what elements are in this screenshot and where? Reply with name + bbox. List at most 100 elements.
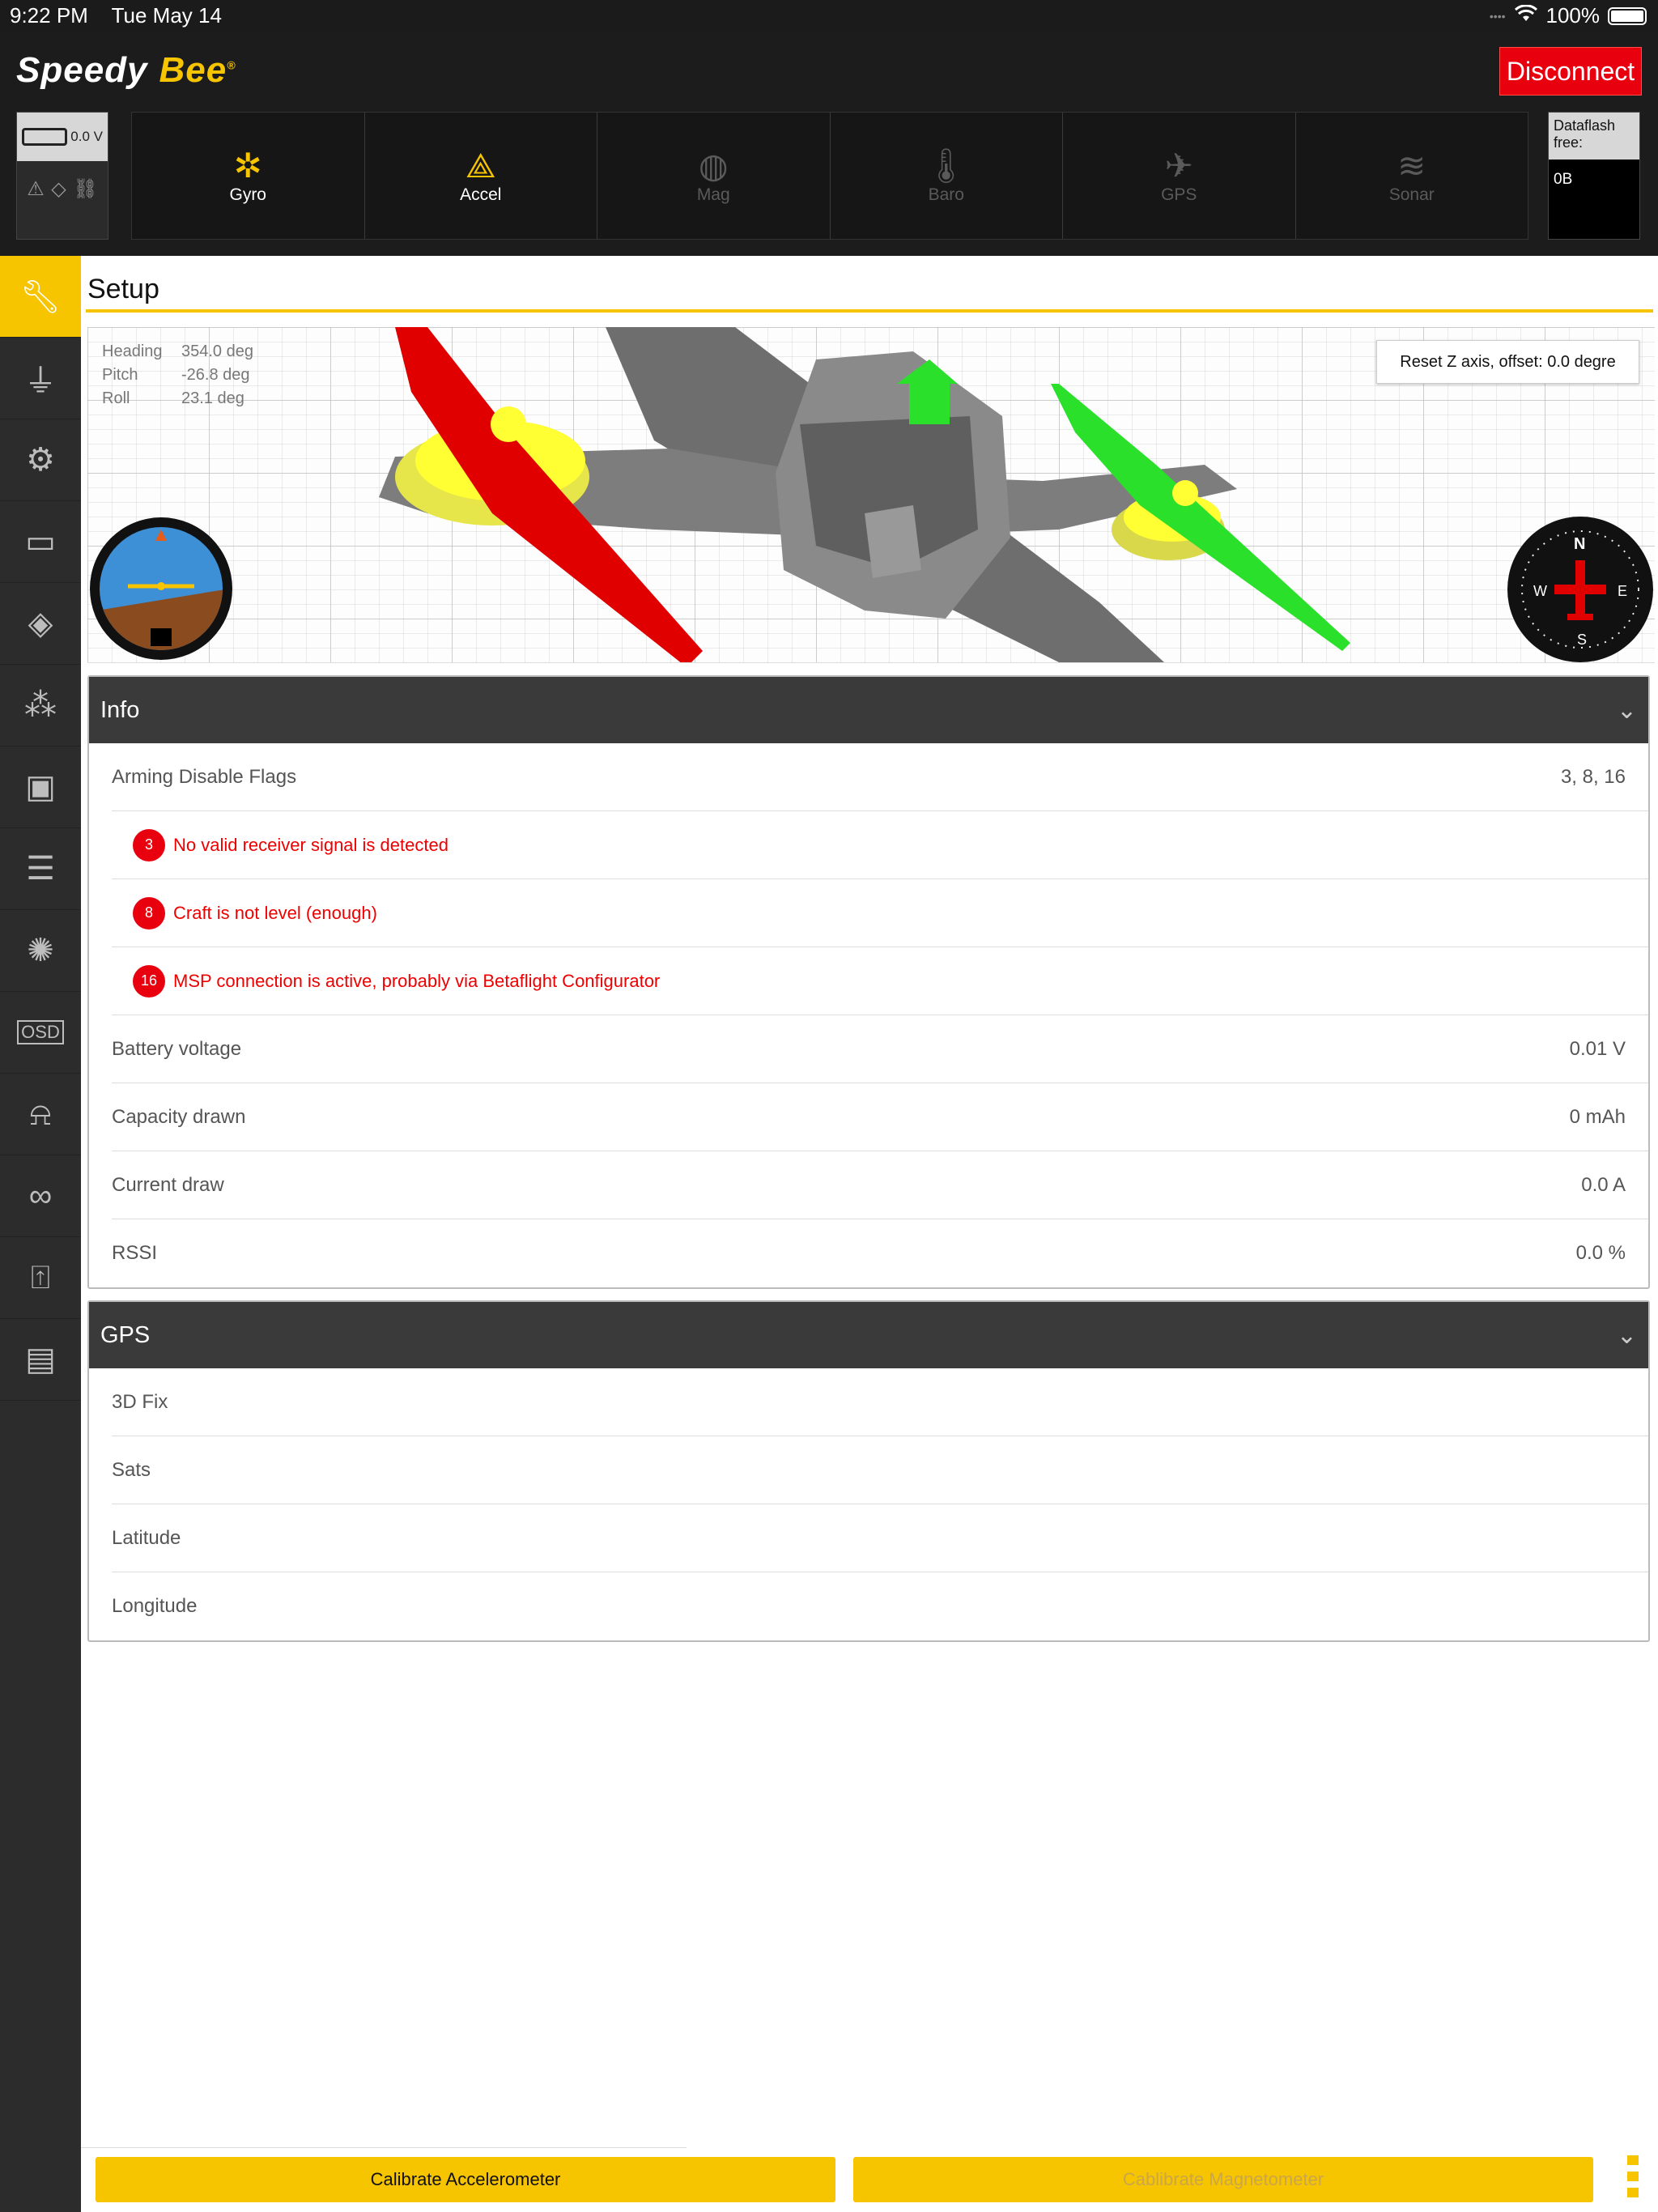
app-header: Speedy Bee® Disconnect 0.0 V ⚠ ◇ ⛓ ✲ Gyro…	[0, 32, 1658, 275]
chevron-down-icon[interactable]: ⌄	[1617, 696, 1637, 725]
sidebar-item-configuration[interactable]: ⚙	[0, 419, 81, 501]
system-status-bar: 9:22 PM Tue May 14 •••• 100%	[0, 0, 1658, 32]
info-panel-title: Info	[100, 696, 140, 723]
signal-dots-icon: ••••	[1489, 9, 1506, 23]
battery-status-box: 0.0 V ⚠ ◇ ⛓	[16, 112, 108, 240]
dataflash-status: Dataflash free: 0B	[1548, 112, 1640, 240]
sidebar-item-modes[interactable]: ☰	[0, 828, 81, 910]
sensor-sonar: ≋ Sonar	[1388, 147, 1435, 204]
sidebar-item-motors[interactable]: ✺	[0, 910, 81, 992]
title-underline	[86, 309, 1653, 313]
led-icon: ⍾	[29, 1095, 52, 1132]
sidebar-item-receiver[interactable]: ▣	[0, 747, 81, 828]
sonar-icon: ≋	[1397, 147, 1426, 185]
battery-icon	[1608, 6, 1647, 25]
divider	[81, 2147, 687, 2148]
sidebar-item-osd[interactable]: OSD	[0, 992, 81, 1074]
calibrate-accelerometer-button[interactable]: Calibrate Accelerometer	[96, 2157, 835, 2202]
arming-flags-row: Arming Disable Flags 3, 8, 16	[112, 743, 1648, 811]
dataflash-label: Dataflash free:	[1549, 113, 1639, 160]
gear-icon: ⚙	[26, 442, 55, 478]
gps-panel: GPS ⌄ 3D Fix Sats Latitude Longitude	[87, 1300, 1650, 1642]
mag-icon: ◍	[698, 147, 729, 185]
gps-row-longitude: Longitude	[112, 1595, 198, 1617]
model-viewer[interactable]: Heading 354.0 deg Pitch -26.8 deg Roll 23.1…	[87, 327, 1655, 663]
sensor-gps: ✈︎ GPS	[1063, 113, 1296, 239]
gps-panel-header[interactable]: GPS ⌄	[89, 1302, 1648, 1368]
main-content: Setup Heading 354.0 deg Pitch -26.8 deg …	[81, 256, 1658, 2212]
info-row-current-draw: Current draw 0.0 A	[112, 1151, 1648, 1219]
sidebar-item-failsafe[interactable]: ◈	[0, 583, 81, 665]
gps-row-latitude: Latitude	[112, 1504, 1648, 1572]
cli-icon: ▤	[25, 1342, 56, 1377]
info-panel: Info ⌄ Arming Disable Flags 3, 8, 16 3 N…	[87, 675, 1650, 1289]
vtx-icon: ⍐	[31, 1259, 50, 1295]
gps-panel-title: GPS	[100, 1321, 151, 1348]
sidebar-item-setup[interactable]: 🔧︎	[0, 256, 81, 338]
info-row-capacity-drawn: Capacity drawn 0 mAh	[112, 1083, 1648, 1151]
svg-text:W: W	[1533, 583, 1547, 599]
failsafe-icon: ◈	[28, 606, 53, 641]
accel-icon: ⟁	[466, 147, 496, 185]
gyro-icon: ✲	[233, 147, 262, 185]
sensor-baro: 🌡︎ Baro	[831, 113, 1063, 239]
page-title: Setup	[87, 274, 159, 304]
attitude-indicator-icon	[90, 517, 232, 660]
info-panel-header[interactable]: Info ⌄	[89, 677, 1648, 743]
heading-value: 354.0 deg	[181, 342, 253, 360]
reset-z-axis-button[interactable]: Reset Z axis, offset: 0.0 degre	[1376, 340, 1639, 384]
chevron-down-icon[interactable]: ⌄	[1617, 1321, 1637, 1350]
wrench-icon: 🔧︎	[19, 279, 62, 315]
info-row-battery-voltage: Battery voltage 0.01 V	[112, 1015, 1648, 1083]
arming-flags-value: 3, 8, 16	[1560, 765, 1626, 788]
sensor-accel: ⟁ Accel	[365, 113, 597, 239]
sensor-mag: ◍ Mag	[597, 113, 831, 239]
link-icon: ⛓	[73, 178, 98, 200]
gps-row-3d-fix: 3D Fix	[112, 1368, 1648, 1436]
sidebar-item-vtx[interactable]: ⍐	[0, 1237, 81, 1319]
sidebar-item-ports[interactable]: ⏚	[0, 338, 81, 419]
sensor-gyro: ✲ Gyro	[132, 113, 365, 239]
wifi-icon	[1514, 3, 1538, 28]
warning-icon: ⚠	[27, 178, 45, 200]
compass-icon: N E S W	[1507, 517, 1653, 662]
battery-percent: 100%	[1545, 3, 1601, 28]
blackbox-icon: ∞	[28, 1177, 53, 1214]
sidebar-nav: 🔧︎ ⏚ ⚙ ▭ ◈ ⁂ ▣ ☰ ✺ OSD ⍾ ∞ ⍐ ▤	[0, 256, 81, 2212]
disconnect-button[interactable]: Disconnect	[1499, 47, 1642, 96]
info-row-rssi: RSSI 0.0 %	[112, 1242, 1626, 1264]
speedybee-logo: Speedy Bee®	[16, 50, 236, 90]
osd-icon: OSD	[17, 1020, 64, 1044]
battery-cell-icon	[22, 128, 67, 146]
sidebar-item-blackbox[interactable]: ∞	[0, 1155, 81, 1237]
dataflash-value: 0B	[1554, 171, 1573, 188]
svg-text:N: N	[1574, 535, 1585, 553]
modes-icon: ☰	[26, 851, 55, 887]
calibrate-magnetometer-button[interactable]: Cablibrate Magnetometer	[853, 2157, 1593, 2202]
parachute-icon: ◇	[51, 178, 66, 200]
sidebar-item-led[interactable]: ⍾	[0, 1074, 81, 1155]
svg-text:S: S	[1577, 632, 1587, 648]
battery-voltage: 0.0 V	[70, 129, 103, 144]
sidebar-item-power[interactable]: ▭	[0, 501, 81, 583]
receiver-icon: ▣	[25, 769, 56, 805]
battery-icon: ▭	[25, 524, 56, 559]
attitude-readout: Heading 354.0 deg Pitch -26.8 deg Roll 23.1…	[102, 342, 253, 407]
roll-value: 23.1 deg	[181, 389, 244, 407]
arming-flag-item: 3 No valid receiver signal is detected	[112, 811, 1648, 879]
flag-badge: 16	[133, 964, 165, 998]
arming-flag-item: 16 MSP connection is active, probably vi…	[112, 947, 1648, 1015]
gps-icon: ✈︎	[1164, 147, 1193, 185]
status-time: 9:22 PM	[10, 3, 88, 28]
status-date: Tue May 14	[111, 3, 222, 28]
mixer-icon: ⁂	[24, 687, 57, 723]
sidebar-item-pid[interactable]: ⁂	[0, 665, 81, 747]
motors-icon: ✺	[27, 933, 54, 968]
gps-row-sats: Sats	[112, 1436, 1648, 1504]
more-menu-icon[interactable]	[1627, 2155, 1645, 2204]
baro-icon: 🌡︎	[925, 147, 968, 185]
pitch-value: -26.8 deg	[181, 366, 250, 384]
arming-flag-item: 8 Craft is not level (enough)	[112, 879, 1648, 947]
svg-text:E: E	[1618, 583, 1627, 599]
sidebar-item-cli[interactable]: ▤	[0, 1319, 81, 1401]
